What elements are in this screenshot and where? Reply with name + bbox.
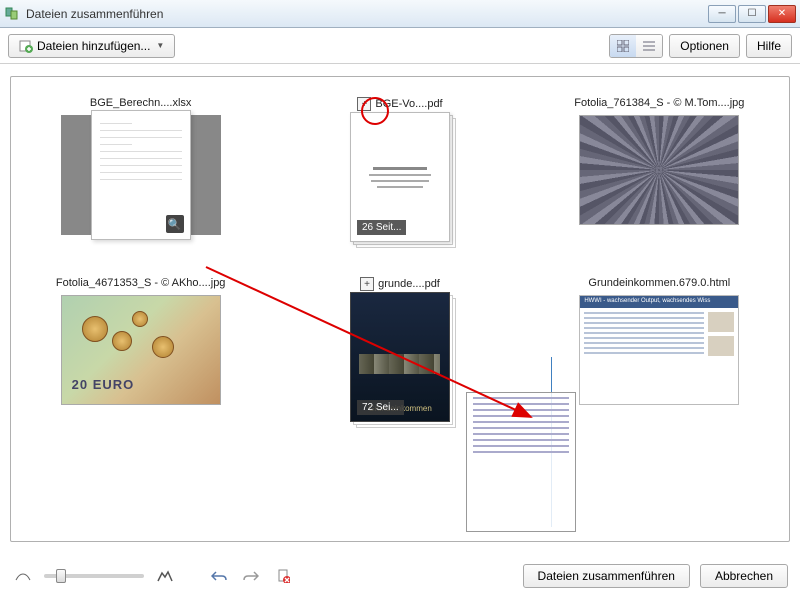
toolbar: Dateien hinzufügen... ▼ Optionen Hilfe xyxy=(0,28,800,64)
file-item[interactable]: Grundeinkommen.679.0.html HWWI - wachsen… xyxy=(560,277,759,417)
dropdown-icon: ▼ xyxy=(156,41,164,50)
file-title: grunde....pdf xyxy=(378,278,440,290)
file-item[interactable]: BGE_Berechn....xlsx 🔍 xyxy=(41,97,240,237)
app-icon xyxy=(4,6,20,22)
footer: Dateien zusammenführen Abbrechen xyxy=(0,554,800,598)
grid-view-button[interactable] xyxy=(610,35,636,57)
minimize-button[interactable]: ─ xyxy=(708,5,736,23)
zoom-slider[interactable] xyxy=(44,574,144,578)
zoom-in-icon[interactable] xyxy=(154,566,176,586)
file-item[interactable]: + grunde....pdf Grundeinkommen 72 Sei... xyxy=(300,277,499,417)
help-button[interactable]: Hilfe xyxy=(746,34,792,58)
file-title: BGE-Vo....pdf xyxy=(375,98,442,110)
html-header: HWWI - wachsender Output, wachsendes Wis… xyxy=(580,296,738,308)
add-files-label: Dateien hinzufügen... xyxy=(37,39,150,53)
file-title: Fotolia_761384_S - © M.Tom....jpg xyxy=(574,97,744,109)
page-count-badge: 72 Sei... xyxy=(357,400,404,415)
view-toggle xyxy=(609,34,663,58)
cancel-button[interactable]: Abbrechen xyxy=(700,564,788,588)
window-title: Dateien zusammenführen xyxy=(26,7,708,21)
thumbnail[interactable] xyxy=(61,295,221,405)
file-title: Grundeinkommen.679.0.html xyxy=(588,277,730,289)
zoom-out-icon[interactable] xyxy=(12,566,34,586)
options-button[interactable]: Optionen xyxy=(669,34,740,58)
file-title: BGE_Berechn....xlsx xyxy=(90,97,192,109)
thumbnail[interactable]: HWWI - wachsender Output, wachsendes Wis… xyxy=(579,295,739,405)
zoom-icon[interactable]: 🔍 xyxy=(166,215,184,233)
delete-icon[interactable] xyxy=(272,566,294,586)
expand-icon[interactable]: + xyxy=(360,277,374,291)
titlebar: Dateien zusammenführen ─ ☐ ✕ xyxy=(0,0,800,28)
content-area: BGE_Berechn....xlsx 🔍 + BGE-Vo....pdf xyxy=(0,64,800,554)
maximize-button[interactable]: ☐ xyxy=(738,5,766,23)
list-view-button[interactable] xyxy=(636,35,662,57)
slider-thumb[interactable] xyxy=(56,569,66,583)
close-button[interactable]: ✕ xyxy=(768,5,796,23)
file-item[interactable]: + BGE-Vo....pdf 26 Seit... xyxy=(300,97,499,237)
thumbnail[interactable]: Grundeinkommen 72 Sei... xyxy=(320,297,480,417)
expand-icon[interactable]: + xyxy=(357,97,371,111)
thumbnail-selected[interactable]: 🔍 xyxy=(61,115,221,235)
merge-button[interactable]: Dateien zusammenführen xyxy=(523,564,690,588)
file-item[interactable]: Fotolia_761384_S - © M.Tom....jpg xyxy=(560,97,759,237)
file-panel[interactable]: BGE_Berechn....xlsx 🔍 + BGE-Vo....pdf xyxy=(10,76,790,542)
redo-icon[interactable] xyxy=(240,566,262,586)
add-files-button[interactable]: Dateien hinzufügen... ▼ xyxy=(8,34,175,58)
page-count-badge: 26 Seit... xyxy=(357,220,406,235)
file-title: Fotolia_4671353_S - © AKho....jpg xyxy=(56,277,226,289)
drop-indicator xyxy=(551,357,552,527)
file-item[interactable]: Fotolia_4671353_S - © AKho....jpg xyxy=(41,277,240,417)
undo-icon[interactable] xyxy=(208,566,230,586)
thumbnail[interactable] xyxy=(579,115,739,225)
thumbnail[interactable]: 26 Seit... xyxy=(320,117,480,237)
